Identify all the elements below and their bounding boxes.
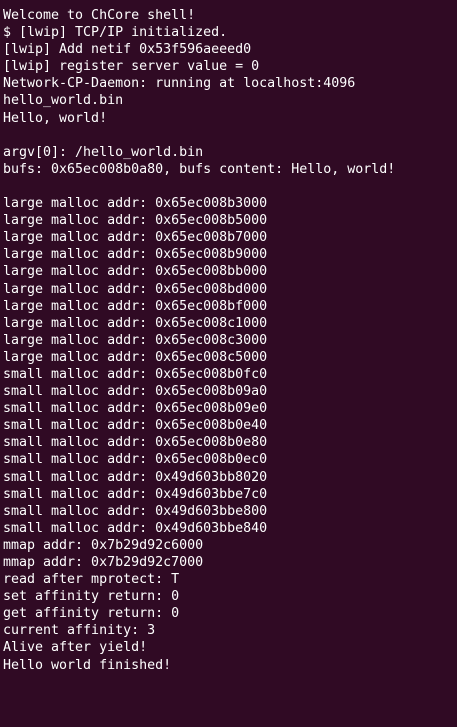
terminal-window[interactable]: Welcome to ChCore shell! $ [lwip] TCP/IP… <box>0 0 457 727</box>
terminal-line: small malloc addr: 0x65ec008b0ec0 <box>3 452 268 468</box>
terminal-line: large malloc addr: 0x65ec008b5000 <box>3 213 268 229</box>
terminal-line: bufs: 0x65ec008b0a80, bufs content: Hell… <box>3 161 396 177</box>
terminal-line: mmap addr: 0x7b29d92c6000 <box>3 537 204 553</box>
terminal-line: large malloc addr: 0x65ec008b9000 <box>3 247 268 263</box>
terminal-line: Hello, world! <box>3 110 108 126</box>
terminal-line: small malloc addr: 0x65ec008b0e40 <box>3 418 268 434</box>
terminal-line: small malloc addr: 0x49d603bbe840 <box>3 520 268 536</box>
terminal-line: small malloc addr: 0x49d603bbe7c0 <box>3 486 268 502</box>
terminal-line: $ [lwip] TCP/IP initialized. <box>3 25 228 41</box>
terminal-line: read after mprotect: T <box>3 572 180 588</box>
terminal-line: get affinity return: 0 <box>3 606 180 622</box>
terminal-line: Hello world finished! <box>3 657 172 673</box>
terminal-line: [lwip] Add netif 0x53f596aeeed0 <box>3 42 252 58</box>
terminal-line: [lwip] register server value = 0 <box>3 59 260 75</box>
terminal-line: large malloc addr: 0x65ec008bd000 <box>3 281 268 297</box>
terminal-line: small malloc addr: 0x49d603bb8020 <box>3 469 268 485</box>
terminal-line: argv[0]: /hello_world.bin <box>3 144 204 160</box>
terminal-line: hello_world.bin <box>3 93 124 109</box>
terminal-line: set affinity return: 0 <box>3 589 180 605</box>
terminal-line: small malloc addr: 0x65ec008b09e0 <box>3 401 268 417</box>
terminal-line: large malloc addr: 0x65ec008bf000 <box>3 298 268 314</box>
terminal-line: large malloc addr: 0x65ec008b7000 <box>3 230 268 246</box>
terminal-line: current affinity: 3 <box>3 623 156 639</box>
terminal-line: small malloc addr: 0x65ec008b09a0 <box>3 384 268 400</box>
terminal-line: small malloc addr: 0x65ec008b0e80 <box>3 435 268 451</box>
terminal-line: small malloc addr: 0x49d603bbe800 <box>3 503 268 519</box>
terminal-line: large malloc addr: 0x65ec008c3000 <box>3 332 268 348</box>
terminal-line: large malloc addr: 0x65ec008b3000 <box>3 196 268 212</box>
terminal-line: mmap addr: 0x7b29d92c7000 <box>3 555 204 570</box>
terminal-line: Welcome to ChCore shell! <box>3 8 196 23</box>
terminal-line: small malloc addr: 0x65ec008b0fc0 <box>3 366 268 382</box>
terminal-line: large malloc addr: 0x65ec008bb000 <box>3 264 268 280</box>
terminal-line: Network-CP-Daemon: running at localhost:… <box>3 76 356 92</box>
terminal-line: large malloc addr: 0x65ec008c1000 <box>3 315 268 331</box>
terminal-line: Alive after yield! <box>3 640 148 656</box>
terminal-line: large malloc addr: 0x65ec008c5000 <box>3 349 268 365</box>
